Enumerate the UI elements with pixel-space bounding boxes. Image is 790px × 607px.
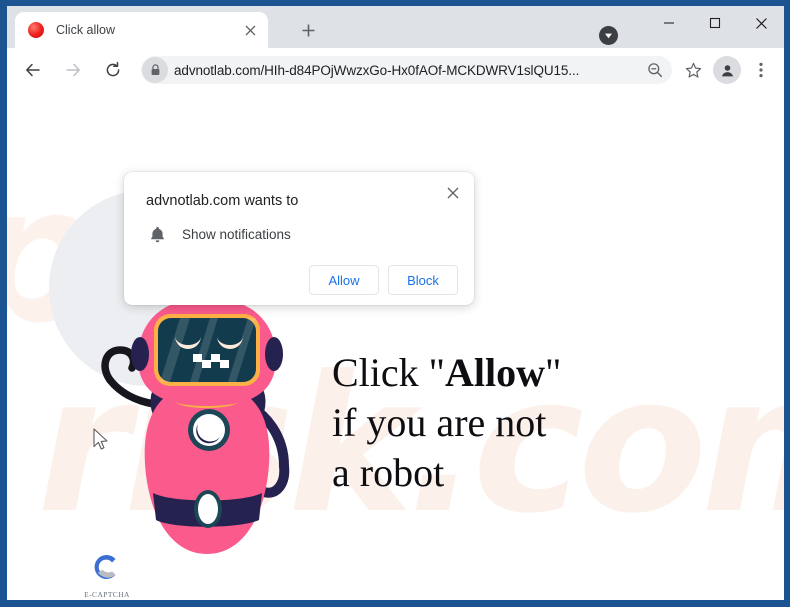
profile-avatar-icon[interactable] xyxy=(713,56,741,84)
tab-favicon-icon xyxy=(28,22,44,38)
ecaptcha-label: E-CAPTCHA xyxy=(84,590,130,599)
zoom-out-icon[interactable] xyxy=(642,57,668,83)
address-bar[interactable]: advnotlab.com/HIh-d84POjWwzxGo-Hx0fAOf-M… xyxy=(141,56,672,84)
browser-window-frame: Click allow advnotlab.com/HIh-d84POjWwzx… xyxy=(0,0,790,607)
bell-icon xyxy=(146,226,168,243)
dialog-close-icon[interactable] xyxy=(440,180,466,206)
new-tab-button[interactable] xyxy=(294,16,322,44)
window-controls xyxy=(646,6,784,48)
mouse-cursor xyxy=(93,428,110,457)
ecaptcha-logo: E-CAPTCHA xyxy=(79,550,135,599)
forward-button-icon[interactable] xyxy=(58,55,88,85)
tab-title: Click allow xyxy=(56,23,116,37)
headline-prefix: Click " xyxy=(332,350,445,395)
headline-allow-word: Allow xyxy=(445,350,545,395)
block-button[interactable]: Block xyxy=(388,265,458,295)
reload-button-icon[interactable] xyxy=(98,55,128,85)
page-viewport: pc risk.com xyxy=(7,92,784,599)
downloads-icon[interactable] xyxy=(599,26,618,45)
allow-button[interactable]: Allow xyxy=(309,265,379,295)
browser-window: Click allow advnotlab.com/HIh-d84POjWwzx… xyxy=(7,6,784,600)
close-button[interactable] xyxy=(738,6,784,40)
chrome-menu-icon[interactable] xyxy=(746,55,776,85)
bookmark-star-icon[interactable] xyxy=(678,55,708,85)
browser-toolbar: advnotlab.com/HIh-d84POjWwzxGo-Hx0fAOf-M… xyxy=(7,48,784,92)
back-button-icon[interactable] xyxy=(18,55,48,85)
dialog-title: advnotlab.com wants to xyxy=(146,193,299,209)
headline-suffix: " xyxy=(545,350,562,395)
dialog-permission-label: Show notifications xyxy=(182,227,291,242)
minimize-button[interactable] xyxy=(646,6,692,40)
ecaptcha-c-icon xyxy=(94,555,116,579)
tab-close-icon[interactable] xyxy=(240,20,260,40)
lock-icon[interactable] xyxy=(142,57,168,83)
headline-line2: if you are not xyxy=(332,400,547,445)
browser-tab[interactable]: Click allow xyxy=(15,12,268,48)
dialog-permission-row: Show notifications xyxy=(146,226,458,243)
notification-permission-dialog: advnotlab.com wants to Show notification… xyxy=(124,172,474,305)
dialog-actions: Allow Block xyxy=(146,265,458,295)
tab-strip: Click allow xyxy=(7,6,784,48)
maximize-button[interactable] xyxy=(692,6,738,40)
url-text: advnotlab.com/HIh-d84POjWwzxGo-Hx0fAOf-M… xyxy=(174,62,580,78)
headline-line3: a robot xyxy=(332,450,445,495)
page-headline: Click "Allow" if you are not a robot xyxy=(332,348,561,498)
